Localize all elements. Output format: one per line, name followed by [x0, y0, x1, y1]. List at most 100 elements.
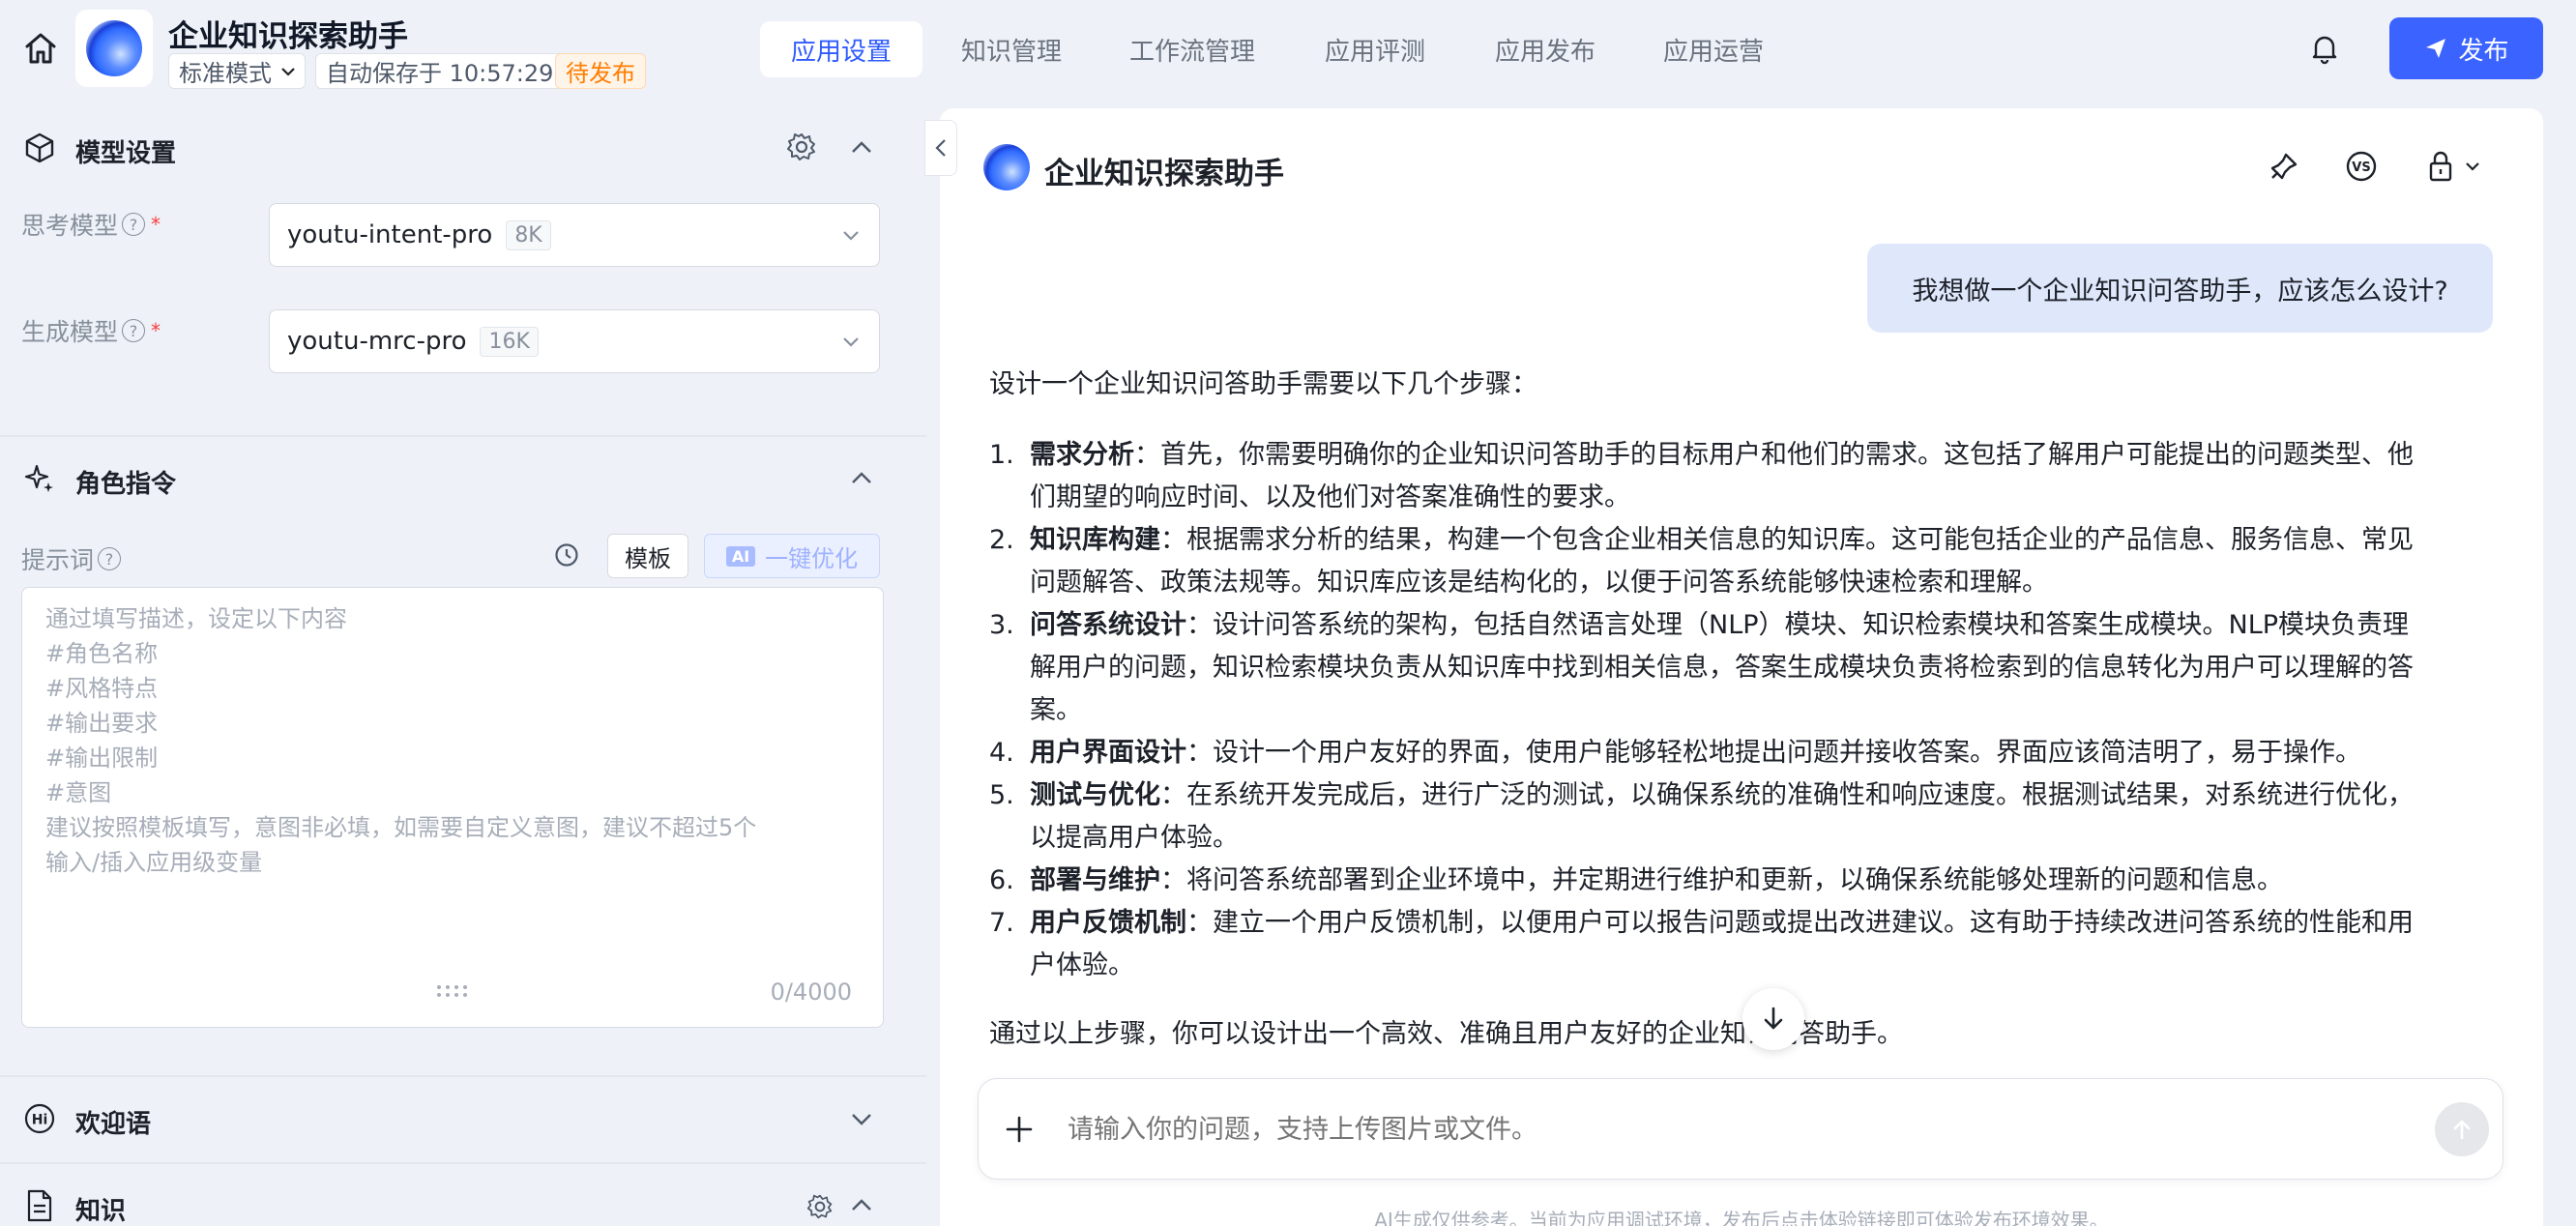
- chat-avatar: [981, 141, 1033, 193]
- list-item: 5. 测试与优化：在系统开发完成后，进行广泛的测试，以确保系统的准确性和响应速度。…: [989, 774, 2459, 860]
- step-text: 们期望的响应时间、以及他们对答案准确性的要求。: [1030, 482, 1630, 512]
- step-number: 2.: [989, 525, 1014, 555]
- step-text: 户体验。: [1030, 950, 1134, 980]
- chevron-up-icon[interactable]: [849, 466, 874, 491]
- prompt-textarea[interactable]: 通过填写描述，设定以下内容 #角色名称 #风格特点 #输出要求 #输出限制 #意…: [21, 587, 884, 1028]
- tab-knowledge[interactable]: 知识管理: [936, 21, 1087, 77]
- placeholder-line: 输入/插入应用级变量: [45, 849, 263, 876]
- chat-input[interactable]: [1068, 1104, 2363, 1154]
- thinking-model-select[interactable]: youtu-intent-pro 8K: [269, 203, 880, 267]
- chevron-left-icon: [932, 136, 950, 160]
- step-title: 用户反馈机制: [1030, 908, 1186, 938]
- scroll-to-bottom-button[interactable]: [1742, 988, 1804, 1050]
- thinking-model-label: 思考模型 ? *: [21, 207, 161, 242]
- mode-select[interactable]: 标准模式: [168, 53, 306, 89]
- placeholder-line: #风格特点: [45, 675, 159, 702]
- template-button[interactable]: 模板: [607, 534, 688, 578]
- placeholder-line: 建议按照模板填写，意图非必填，如需要自定义意图，建议不超过5个: [45, 814, 757, 841]
- publish-label: 发布: [2458, 36, 2509, 66]
- resize-handle[interactable]: [436, 984, 471, 998]
- help-icon[interactable]: ?: [122, 213, 146, 236]
- step-number: 7.: [989, 908, 1014, 938]
- permission-menu[interactable]: [2425, 149, 2481, 184]
- plus-icon[interactable]: [1004, 1114, 1035, 1145]
- step-title: 知识库构建: [1030, 525, 1160, 555]
- thinking-model-value: youtu-intent-pro: [287, 220, 493, 249]
- gear-icon[interactable]: [786, 131, 817, 162]
- tab-publish[interactable]: 应用发布: [1472, 21, 1619, 77]
- step-number: 6.: [989, 865, 1014, 895]
- placeholder-line: #意图: [45, 779, 112, 806]
- prompt-label-text: 提示词: [21, 546, 95, 574]
- role-title: 角色指令: [75, 470, 177, 499]
- prompt-placeholder: 通过填写描述，设定以下内容 #角色名称 #风格特点 #输出要求 #输出限制 #意…: [45, 601, 756, 880]
- list-item: 1. 需求分析：首先，你需要明确你的企业知识问答助手的目标用户和他们的需求。这包括…: [989, 434, 2459, 519]
- step-text: ：在系统开发完成后，进行广泛的测试，以确保系统的准确性和响应速度。根据测试结果，…: [1160, 780, 2414, 810]
- gen-model-select[interactable]: youtu-mrc-pro 16K: [269, 309, 880, 373]
- step-text: 问题解答、政策法规等。知识库应该是结构化的，以便于问答系统能够快速检索和理解。: [1030, 568, 2048, 598]
- sparkle-icon: [23, 462, 56, 495]
- placeholder-line: #角色名称: [45, 640, 159, 667]
- vs-icon[interactable]: VS: [2344, 149, 2383, 188]
- tab-operations[interactable]: 应用运营: [1640, 21, 1787, 77]
- home-icon[interactable]: [21, 29, 60, 68]
- char-counter: 0/4000: [770, 978, 852, 1006]
- placeholder-line: #输出要求: [45, 710, 159, 737]
- placeholder-line: #输出限制: [45, 744, 159, 772]
- chevron-up-icon[interactable]: [849, 1193, 874, 1218]
- list-item: 3. 问答系统设计：设计问答系统的架构，包括自然语言处理（NLP）模块、知识检索模…: [989, 604, 2459, 732]
- tab-workflow[interactable]: 工作流管理: [1114, 21, 1271, 77]
- gear-icon[interactable]: [806, 1193, 834, 1220]
- step-number: 1.: [989, 440, 1014, 470]
- publish-button[interactable]: 发布: [2389, 17, 2543, 79]
- chevron-up-icon[interactable]: [849, 135, 874, 161]
- step-text: ：首先，你需要明确你的企业知识问答助手的目标用户和他们的需求。这包括了解用户可能…: [1134, 440, 2414, 470]
- chevron-down-icon: [279, 63, 297, 80]
- step-title: 部署与维护: [1030, 865, 1160, 895]
- autosave-status: 自动保存于 10:57:29: [315, 53, 565, 89]
- answer-steps: 1. 需求分析：首先，你需要明确你的企业知识问答助手的目标用户和他们的需求。这包括…: [989, 434, 2459, 987]
- user-message: 我想做一个企业知识问答助手，应该怎么设计?: [1867, 244, 2493, 333]
- app-title: 企业知识探索助手: [168, 19, 408, 54]
- list-item: 4. 用户界面设计：设计一个用户友好的界面，使用户能够轻松地提出问题并接收答案。界…: [989, 732, 2459, 774]
- send-button[interactable]: [2435, 1102, 2489, 1156]
- help-icon[interactable]: ?: [98, 547, 122, 570]
- lock-icon: [2425, 149, 2456, 184]
- step-text: 案。: [1030, 695, 1082, 725]
- knowledge-title: 知识: [75, 1197, 127, 1226]
- collapse-panel-button[interactable]: [924, 120, 957, 176]
- pin-icon[interactable]: [2267, 149, 2305, 188]
- step-title: 问答系统设计: [1030, 610, 1186, 640]
- list-item: 2. 知识库构建：根据需求分析的结果，构建一个包含企业相关信息的知识库。这可能包括…: [989, 519, 2459, 604]
- step-text: 以提高用户体验。: [1030, 823, 1239, 853]
- tab-evaluation[interactable]: 应用评测: [1302, 21, 1449, 77]
- chevron-down-icon[interactable]: [849, 1106, 874, 1131]
- optimize-button[interactable]: AI 一键优化: [704, 534, 880, 578]
- divider: [0, 1075, 926, 1077]
- history-icon[interactable]: [553, 541, 580, 569]
- thinking-model-text: 思考模型: [21, 212, 119, 240]
- welcome-title: 欢迎语: [75, 1110, 152, 1139]
- list-item: 7. 用户反馈机制：建立一个用户反馈机制，以便用户可以报告问题或提出改进建议。这有…: [989, 902, 2459, 987]
- chat-title: 企业知识探索助手: [1044, 157, 1284, 191]
- step-number: 4.: [989, 738, 1014, 768]
- hi-icon: Hi: [23, 1102, 56, 1135]
- step-title: 需求分析: [1030, 440, 1134, 470]
- arrow-down-icon: [1759, 1005, 1788, 1034]
- bell-icon[interactable]: [2307, 31, 2342, 66]
- document-icon: [25, 1189, 54, 1222]
- step-title: 测试与优化: [1030, 780, 1160, 810]
- chevron-down-icon: [840, 331, 862, 352]
- list-item: 6. 部署与维护：将问答系统部署到企业环境中，并定期进行维护和更新，以确保系统能够…: [989, 860, 2459, 902]
- step-text: ：将问答系统部署到企业环境中，并定期进行维护和更新，以确保系统能够处理新的问题和…: [1160, 865, 2283, 895]
- step-number: 5.: [989, 780, 1014, 810]
- chevron-down-icon: [2464, 158, 2481, 175]
- required-mark: *: [151, 213, 161, 236]
- mode-select-label: 标准模式: [179, 60, 272, 87]
- footer-note: AI生成仅供参考。当前为应用调试环境，发布后点击体验链接即可体验发布环境效果。: [1374, 1209, 2109, 1226]
- tab-app-settings[interactable]: 应用设置: [760, 21, 922, 77]
- help-icon[interactable]: ?: [122, 319, 146, 342]
- chevron-down-icon: [840, 224, 862, 246]
- placeholder-line: 通过填写描述，设定以下内容: [45, 605, 347, 632]
- gen-model-text: 生成模型: [21, 318, 119, 346]
